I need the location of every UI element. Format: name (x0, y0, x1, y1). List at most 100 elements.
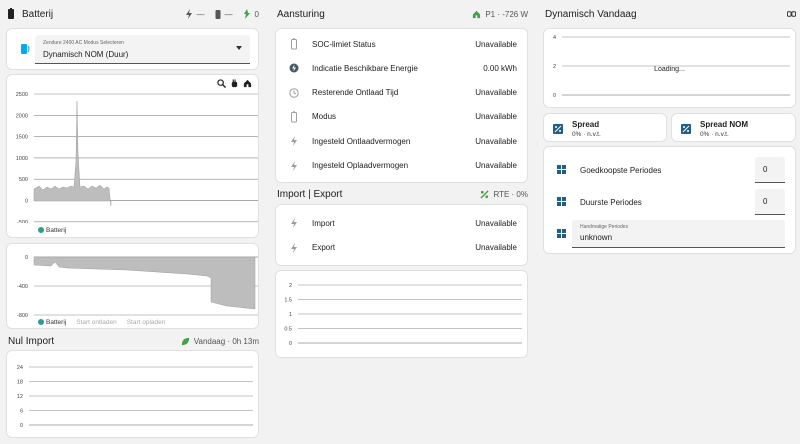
import-export-title: Import | Export (277, 188, 343, 200)
duurste-periodes-row: Duurste Periodes 0 (544, 187, 795, 217)
percent-box-icon (681, 124, 691, 134)
battery-outline-icon (291, 111, 297, 123)
y-tick-label: 24 (17, 365, 23, 371)
nul-import-title: Nul Import (8, 335, 55, 347)
y-tick-label: 0 (289, 341, 292, 347)
flash-circle-icon (289, 63, 299, 73)
entity-value: Unavailable (475, 88, 517, 98)
battery-power-chart: 2500 2000 1500 1000 500 0 -500 (16, 92, 258, 223)
chart-legend: Batterij (38, 227, 66, 234)
spread-value: 0% · n.v.t. (572, 131, 601, 138)
lightning-icon (291, 242, 297, 253)
y-tick-label: 0 (20, 423, 23, 429)
rte-value: RTE · 0% (493, 189, 528, 199)
y-tick-label: 0.5 (284, 327, 292, 333)
aansturing-header: Aansturing P1 · -726 W (275, 0, 528, 28)
lightning-icon (291, 136, 297, 147)
percent-icon (480, 189, 490, 199)
leaf-icon (181, 337, 189, 345)
y-tick-label: 0 (25, 255, 28, 261)
status-value-charge: 0 (254, 9, 259, 19)
y-tick-label: 1500 (16, 135, 28, 141)
legend-item-batterij[interactable]: Batterij (38, 319, 66, 326)
battery-icon (8, 8, 14, 19)
grid-plus-icon (557, 197, 566, 206)
import-export-chart: 2 1.5 1 0.5 0 (284, 283, 522, 347)
entity-label: Import (312, 218, 335, 228)
spread-card[interactable]: Spread 0% · n.v.t. (543, 113, 667, 142)
import-export-chart-card: 2 1.5 1 0.5 0 (275, 270, 528, 358)
handmatige-periodes-field[interactable]: Handmatige Periodes unknown (572, 220, 785, 248)
grid-plus-icon (557, 165, 566, 174)
lightning-icon (291, 218, 297, 228)
legend-item-batterij[interactable]: Batterij (38, 227, 66, 234)
battery-title: Batterij (22, 8, 54, 20)
chevron-down-icon (236, 46, 242, 50)
battery-header: Batterij — — 0 (6, 0, 259, 28)
entity-label: Modus (312, 112, 337, 122)
entity-row[interactable]: Ingesteld Ontlaadvermogen Unavailable (276, 129, 527, 153)
mode-select-value: Dynamisch NOM (Duur) (43, 50, 129, 59)
mode-select[interactable]: Zendure 2400 AC Modus Selecteren Dynamis… (35, 35, 250, 64)
battery-status: — — 0 (185, 9, 259, 19)
y-tick-label: 0 (25, 199, 28, 205)
import-export-card: Import Unavailable Export Unavailable (275, 204, 528, 266)
entity-label: Resterende Ontlaad Tijd (312, 88, 399, 98)
entity-value: 0.00 kWh (483, 63, 517, 73)
y-tick-label: 2 (289, 283, 292, 289)
entity-value: Unavailable (475, 218, 517, 228)
handmatige-periodes-label: Handmatige Periodes (580, 224, 629, 230)
aansturing-card: SOC-limiet Status Unavailable Indicatie Be… (275, 28, 528, 183)
battery-column: Batterij — — 0 Zendure 2400 AC Modus Sel… (6, 0, 259, 438)
nul-import-chart-card: 24 18 12 6 0 (6, 350, 259, 438)
duurste-periodes-input[interactable]: 0 (755, 189, 785, 215)
percent-box-icon (553, 124, 563, 134)
nul-import-chart: 24 18 12 6 0 (17, 365, 253, 429)
speaker-icon (21, 44, 30, 54)
battery-soc-chart-card: 0 -400 -800 Batterij Start ontladen Start … (6, 243, 259, 329)
chart-loading-text: Loading... (654, 66, 685, 73)
entity-value: Unavailable (475, 243, 517, 252)
y-tick-label: 0 (553, 93, 556, 99)
entity-row[interactable]: Import Unavailable (276, 211, 527, 235)
entity-label: SOC-limiet Status (312, 39, 376, 49)
y-tick-label: -800 (17, 313, 28, 319)
spread-title: Spread (572, 120, 600, 129)
y-tick-label: -500 (17, 220, 28, 223)
legend-item-start-ontladen[interactable]: Start ontladen (76, 319, 116, 326)
entity-row[interactable]: Indicatie Beschikbare Energie 0.00 kWh (276, 56, 527, 80)
y-tick-label: 18 (17, 380, 23, 386)
battery-icon (215, 10, 221, 19)
goedkoopste-periodes-row: Goedkoopste Periodes 0 (544, 155, 795, 185)
battery-power-chart-card: 2500 2000 1500 1000 500 0 -500 Batterij (6, 74, 259, 238)
home-icon (473, 10, 481, 18)
lightning-icon (185, 9, 192, 19)
entity-row[interactable]: Modus Unavailable (276, 105, 527, 129)
nul-import-status: Vandaag · 0h 13m (193, 336, 259, 346)
y-tick-label: 1.5 (284, 298, 292, 304)
p1-power: P1 · -726 W (485, 9, 528, 19)
spread-nom-title: Spread NOM (700, 120, 749, 129)
legend-item-start-opladen[interactable]: Start opladen (127, 319, 166, 326)
mode-select-label: Zendure 2400 AC Modus Selecteren (43, 40, 124, 46)
link-icon (787, 11, 796, 17)
y-tick-label: 500 (19, 177, 28, 183)
entity-row[interactable]: Ingesteld Oplaadvermogen Unavailable (276, 154, 527, 178)
periodes-card: Goedkoopste Periodes 0 Duurste Periodes … (543, 146, 796, 254)
status-value-soc: — (224, 9, 233, 19)
grid-icon (557, 229, 566, 238)
entity-label: Export (312, 243, 336, 252)
entity-row[interactable]: Export Unavailable (276, 236, 527, 260)
status-value-power: — (196, 9, 205, 19)
spread-nom-card[interactable]: Spread NOM 0% · n.v.t. (671, 113, 796, 142)
goedkoopste-periodes-input[interactable]: 0 (755, 157, 785, 183)
entity-row[interactable]: SOC-limiet Status Unavailable (276, 32, 527, 56)
battery-power-area (33, 100, 112, 207)
charging-icon (243, 9, 250, 19)
entity-label: Ingesteld Ontlaadvermogen (312, 136, 411, 146)
y-tick-label: 1 (289, 312, 292, 318)
entity-value: Unavailable (475, 112, 517, 122)
entity-row[interactable]: Resterende Ontlaad Tijd Unavailable (276, 81, 527, 105)
clock-icon (289, 87, 299, 98)
battery-outline-icon (291, 38, 297, 50)
